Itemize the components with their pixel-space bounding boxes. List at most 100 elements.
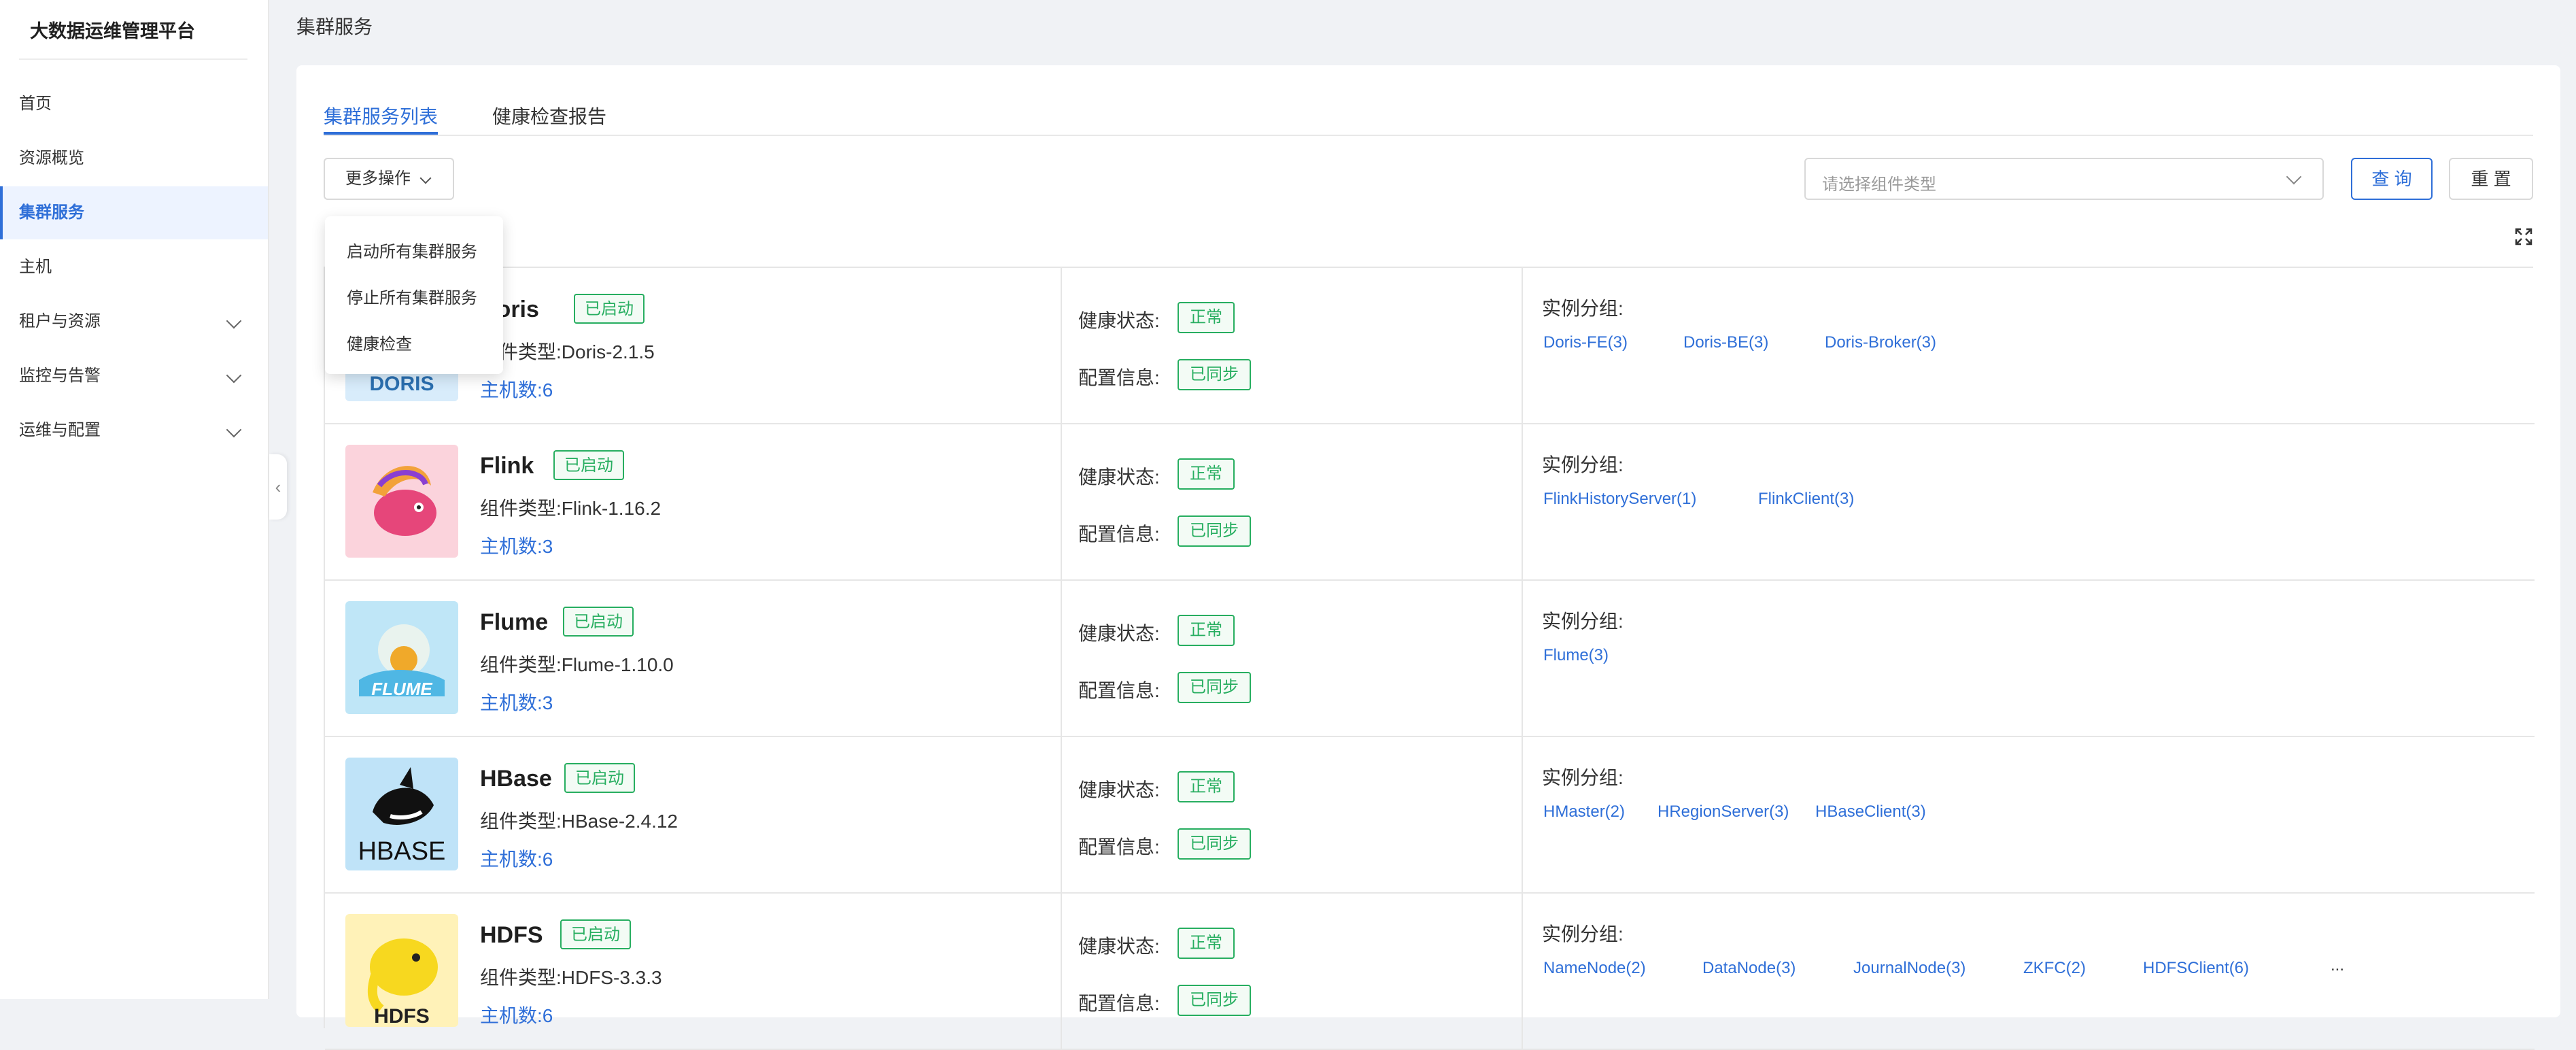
flink-logo bbox=[345, 445, 458, 558]
host-count-link[interactable]: 主机数:6 bbox=[480, 1001, 553, 1028]
sidebar-item-label: 主机 bbox=[19, 258, 52, 276]
config-badge: 已同步 bbox=[1178, 985, 1251, 1016]
host-count-link[interactable]: 主机数:6 bbox=[480, 845, 553, 872]
instance-link[interactable]: Doris-Broker(3) bbox=[1825, 333, 1936, 352]
status-badge: 已启动 bbox=[553, 450, 624, 480]
service-table: DORIS Doris 已启动 组件类型:Doris-2.1.5 主机数:6 健… bbox=[324, 267, 2535, 1050]
health-label: 健康状态: bbox=[1078, 467, 1160, 488]
more-actions-button[interactable]: 更多操作 bbox=[324, 158, 454, 200]
component-type: 组件类型:HDFS-3.3.3 bbox=[480, 967, 662, 988]
health-badge: 正常 bbox=[1178, 458, 1235, 490]
reset-button[interactable]: 重 置 bbox=[2449, 158, 2533, 200]
table-row: Flink 已启动 组件类型:Flink-1.16.2 主机数:3 健康状态: … bbox=[325, 424, 2535, 581]
svg-text:HBASE: HBASE bbox=[358, 837, 446, 866]
more-actions-label: 更多操作 bbox=[345, 169, 411, 188]
sidebar-item-home[interactable]: 首页 bbox=[0, 78, 268, 131]
health-label: 健康状态: bbox=[1078, 936, 1160, 957]
health-badge: 正常 bbox=[1178, 302, 1235, 333]
sidebar-item-label: 资源概览 bbox=[19, 149, 84, 167]
instance-group-label: 实例分组: bbox=[1542, 454, 1624, 475]
sidebar-item-cluster-services[interactable]: 集群服务 bbox=[0, 186, 268, 239]
fullscreen-icon[interactable] bbox=[2514, 227, 2533, 246]
hbase-logo: HBASE bbox=[345, 758, 458, 870]
component-type: 组件类型:Flume-1.10.0 bbox=[480, 654, 674, 675]
host-count-link[interactable]: 主机数:3 bbox=[480, 532, 553, 559]
menu-item-stop-all[interactable]: 停止所有集群服务 bbox=[347, 284, 477, 308]
instance-link[interactable]: HBaseClient(3) bbox=[1815, 802, 1926, 822]
service-name[interactable]: HDFS bbox=[480, 922, 543, 949]
instance-link[interactable]: Flume(3) bbox=[1543, 646, 1609, 665]
sidebar-item-label: 首页 bbox=[19, 95, 52, 113]
sidebar-collapse-button[interactable]: ‹ bbox=[269, 454, 287, 520]
instance-link[interactable]: NameNode(2) bbox=[1543, 959, 1646, 978]
health-label: 健康状态: bbox=[1078, 623, 1160, 644]
service-name[interactable]: Flink bbox=[480, 453, 534, 479]
svg-text:HDFS: HDFS bbox=[374, 1005, 430, 1027]
chevron-down-icon bbox=[226, 367, 242, 384]
instance-group-label: 实例分组: bbox=[1542, 924, 1624, 945]
service-name[interactable]: Flume bbox=[480, 609, 548, 636]
instance-link[interactable]: ZKFC(2) bbox=[2023, 959, 2086, 978]
menu-item-health-check[interactable]: 健康检查 bbox=[347, 331, 412, 354]
instance-link[interactable]: JournalNode(3) bbox=[1853, 959, 1965, 978]
svg-text:FLUME: FLUME bbox=[371, 679, 432, 699]
instance-link[interactable]: Doris-FE(3) bbox=[1543, 333, 1628, 352]
component-type: 组件类型:HBase-2.4.12 bbox=[480, 811, 678, 832]
instance-link[interactable]: HMaster(2) bbox=[1543, 802, 1625, 822]
chevron-down-icon bbox=[419, 172, 432, 184]
status-badge: 已启动 bbox=[563, 607, 634, 637]
tab-health-report[interactable]: 健康检查报告 bbox=[492, 102, 606, 129]
sidebar-item-ops-config[interactable]: 运维与配置 bbox=[0, 404, 268, 457]
menu-item-start-all[interactable]: 启动所有集群服务 bbox=[347, 238, 477, 262]
sidebar-item-label: 租户与资源 bbox=[19, 312, 101, 331]
config-label: 配置信息: bbox=[1078, 993, 1160, 1014]
divider bbox=[1522, 268, 1523, 423]
instance-link[interactable]: HDFSClient(6) bbox=[2143, 959, 2249, 978]
more-instances-ellipsis[interactable]: ... bbox=[2331, 956, 2344, 975]
instance-link[interactable]: FlinkHistoryServer(1) bbox=[1543, 490, 1696, 509]
service-name[interactable]: HBase bbox=[480, 766, 552, 792]
divider bbox=[1522, 581, 1523, 736]
health-badge: 正常 bbox=[1178, 771, 1235, 802]
config-badge: 已同步 bbox=[1178, 672, 1251, 703]
sidebar-item-hosts[interactable]: 主机 bbox=[0, 241, 268, 294]
host-count-link[interactable]: 主机数:6 bbox=[480, 375, 553, 403]
sidebar-item-tenants-resources[interactable]: 租户与资源 bbox=[0, 295, 268, 348]
instance-link[interactable]: HRegionServer(3) bbox=[1658, 802, 1789, 822]
sidebar-item-monitoring-alerts[interactable]: 监控与告警 bbox=[0, 350, 268, 403]
divider bbox=[1061, 737, 1062, 892]
instance-group-label: 实例分组: bbox=[1542, 611, 1624, 632]
divider bbox=[19, 58, 247, 60]
table-row: HDFS HDFS 已启动 组件类型:HDFS-3.3.3 主机数:6 健康状态… bbox=[325, 894, 2535, 1050]
health-badge: 正常 bbox=[1178, 928, 1235, 959]
config-label: 配置信息: bbox=[1078, 367, 1160, 388]
host-count-link[interactable]: 主机数:3 bbox=[480, 688, 553, 715]
chevron-down-icon bbox=[226, 313, 242, 329]
more-actions-dropdown: 启动所有集群服务 停止所有集群服务 健康检查 bbox=[325, 216, 503, 374]
divider bbox=[1061, 424, 1062, 579]
app-title: 大数据运维管理平台 bbox=[30, 21, 195, 41]
config-badge: 已同步 bbox=[1178, 515, 1251, 547]
config-label: 配置信息: bbox=[1078, 836, 1160, 858]
divider bbox=[324, 135, 2533, 136]
instance-link[interactable]: FlinkClient(3) bbox=[1758, 490, 1854, 509]
page-title: 集群服务 bbox=[296, 16, 373, 37]
table-row: DORIS Doris 已启动 组件类型:Doris-2.1.5 主机数:6 健… bbox=[325, 268, 2535, 424]
divider bbox=[1522, 737, 1523, 892]
table-row: FLUME Flume 已启动 组件类型:Flume-1.10.0 主机数:3 … bbox=[325, 581, 2535, 737]
instance-group-label: 实例分组: bbox=[1542, 298, 1624, 319]
sidebar-item-label: 监控与告警 bbox=[19, 367, 101, 385]
sidebar-item-resource-overview[interactable]: 资源概览 bbox=[0, 132, 268, 185]
divider bbox=[1061, 268, 1062, 423]
config-badge: 已同步 bbox=[1178, 359, 1251, 390]
component-type: 组件类型:Doris-2.1.5 bbox=[480, 341, 655, 362]
query-button[interactable]: 查 询 bbox=[2351, 158, 2433, 200]
table-row: HBASE HBase 已启动 组件类型:HBase-2.4.12 主机数:6 … bbox=[325, 737, 2535, 894]
config-label: 配置信息: bbox=[1078, 524, 1160, 545]
tab-service-list[interactable]: 集群服务列表 bbox=[324, 102, 438, 129]
divider bbox=[1522, 424, 1523, 579]
sidebar: 大数据运维管理平台 首页 资源概览 集群服务 主机 租户与资源 监控与告警 运维… bbox=[0, 0, 269, 999]
instance-link[interactable]: Doris-BE(3) bbox=[1683, 333, 1768, 352]
component-type-select[interactable]: 请选择组件类型 bbox=[1804, 158, 2324, 200]
instance-link[interactable]: DataNode(3) bbox=[1702, 959, 1796, 978]
